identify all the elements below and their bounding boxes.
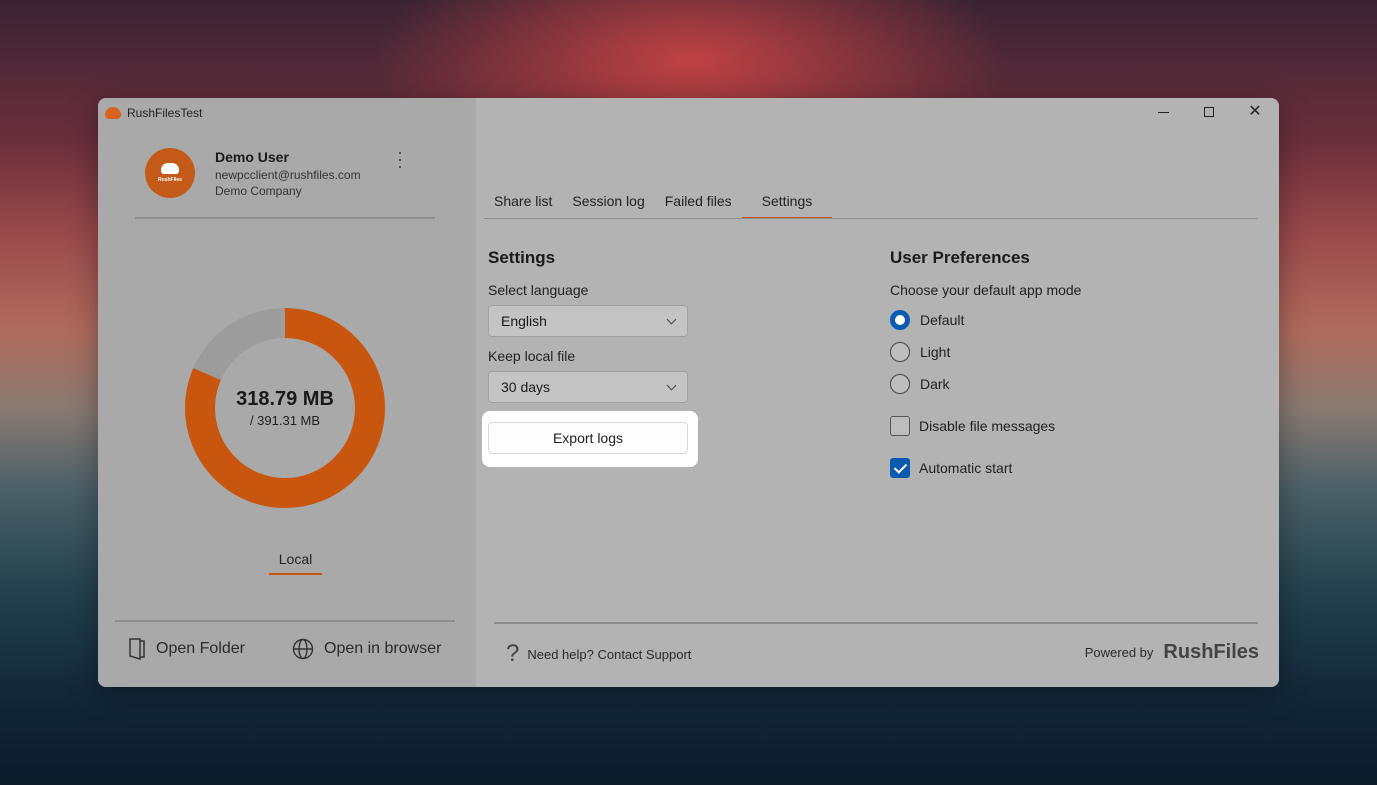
mode-option-default[interactable]: Default xyxy=(890,310,964,330)
app-logo-icon xyxy=(105,107,121,119)
cloud-icon xyxy=(161,163,179,174)
keep-local-value: 30 days xyxy=(501,379,551,395)
user-email: newpcclient@rushfiles.com xyxy=(215,168,361,182)
language-select[interactable]: English xyxy=(488,305,688,337)
tab-failed-files[interactable]: Failed files xyxy=(655,193,742,219)
account-panel: RushFilesTest RushFiles Demo User newpcc… xyxy=(98,98,476,687)
app-window: RushFilesTest RushFiles Demo User newpcc… xyxy=(98,98,1279,687)
maximize-button[interactable] xyxy=(1198,104,1220,120)
export-logs-button[interactable]: Export logs xyxy=(488,422,688,454)
open-folder-label: Open Folder xyxy=(156,640,245,657)
app-mode-label: Choose your default app mode xyxy=(890,282,1082,298)
mode-option-dark[interactable]: Dark xyxy=(890,374,950,394)
open-folder-button[interactable]: Open Folder xyxy=(128,638,245,660)
chevron-down-icon xyxy=(666,314,677,324)
powered-by: Powered by RushFiles xyxy=(1085,641,1259,664)
radio[interactable] xyxy=(890,374,910,394)
title-bar: RushFilesTest xyxy=(105,106,202,120)
help-label: Need help? Contact Support xyxy=(527,646,692,662)
radio-selected[interactable] xyxy=(890,310,910,330)
mode-default-label: Default xyxy=(920,312,965,328)
avatar: RushFiles xyxy=(145,148,195,198)
minimize-button[interactable] xyxy=(1152,104,1174,120)
divider xyxy=(135,217,435,219)
more-options-icon[interactable] xyxy=(394,152,406,168)
disable-messages-option[interactable]: Disable file messages xyxy=(890,416,1055,436)
radio[interactable] xyxy=(890,342,910,362)
language-value: English xyxy=(501,313,547,329)
globe-icon xyxy=(292,638,314,660)
storage-readout: 318.79 MB / 391.31 MB xyxy=(185,308,385,508)
main-panel: ✕ Share list Session log Failed files Se… xyxy=(476,98,1279,687)
user-company: Demo Company xyxy=(215,184,302,198)
tab-bar: Share list Session log Failed files Sett… xyxy=(484,193,832,219)
tab-session-log[interactable]: Session log xyxy=(562,193,654,219)
tab-divider xyxy=(484,218,1258,219)
close-icon: ✕ xyxy=(1248,103,1262,120)
footer-divider xyxy=(494,622,1258,624)
open-in-browser-button[interactable]: Open in browser xyxy=(292,638,441,660)
chevron-down-icon xyxy=(666,380,677,390)
powered-by-label: Powered by xyxy=(1084,645,1154,660)
preferences-heading: User Preferences xyxy=(890,248,1030,267)
storage-used: 318.79 MB xyxy=(236,388,334,410)
avatar-brand: RushFiles xyxy=(158,177,182,183)
storage-total: / 391.31 MB xyxy=(249,413,321,428)
automatic-start-option[interactable]: Automatic start xyxy=(890,458,1012,478)
divider xyxy=(115,620,455,622)
maximize-icon xyxy=(1204,107,1214,117)
language-label: Select language xyxy=(488,282,589,298)
brand-logo: RushFiles xyxy=(1163,641,1259,663)
mode-light-label: Light xyxy=(920,344,951,360)
keep-local-label: Keep local file xyxy=(488,348,576,364)
window-title: RushFilesTest xyxy=(127,106,203,120)
user-name: Demo User xyxy=(215,149,289,165)
help-link[interactable]: ? Need help? Contact Support xyxy=(506,642,691,666)
checkbox[interactable] xyxy=(890,416,910,436)
disable-messages-label: Disable file messages xyxy=(919,418,1056,434)
storage-donut: 318.79 MB / 391.31 MB xyxy=(185,308,385,508)
minimize-icon xyxy=(1157,111,1169,113)
tab-settings[interactable]: Settings xyxy=(741,193,833,219)
folder-icon xyxy=(129,638,145,660)
mode-dark-label: Dark xyxy=(920,376,950,392)
close-button[interactable]: ✕ xyxy=(1244,104,1266,120)
mode-option-light[interactable]: Light xyxy=(890,342,950,362)
open-browser-label: Open in browser xyxy=(324,640,442,657)
settings-heading: Settings xyxy=(488,248,556,267)
tab-share-list[interactable]: Share list xyxy=(484,193,562,219)
checkbox-checked[interactable] xyxy=(890,458,910,478)
automatic-start-label: Automatic start xyxy=(919,460,1013,476)
help-icon: ? xyxy=(506,640,520,667)
tab-local[interactable]: Local xyxy=(269,551,322,575)
keep-local-select[interactable]: 30 days xyxy=(488,371,688,403)
